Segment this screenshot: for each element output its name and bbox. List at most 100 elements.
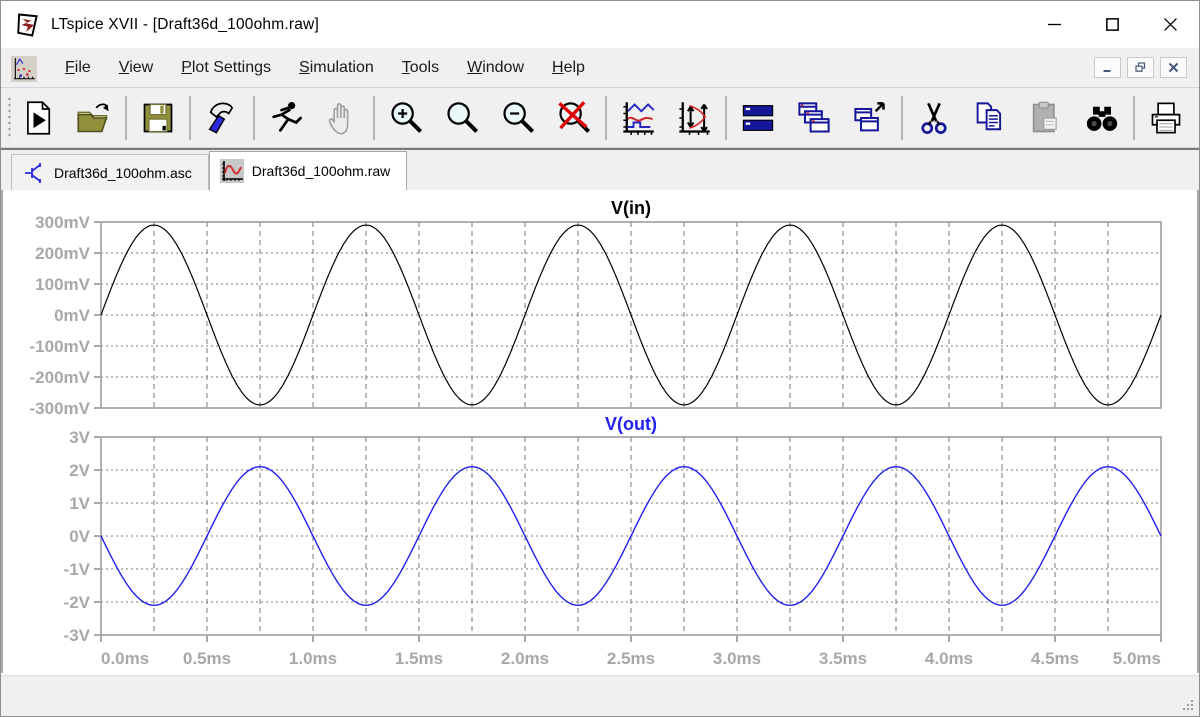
- toolbar: [1, 88, 1199, 148]
- y-tick-label: -1V: [64, 560, 91, 579]
- print-icon: [1151, 102, 1181, 133]
- mdi-close-button[interactable]: [1160, 57, 1187, 78]
- zoom-area-icon: [447, 101, 479, 133]
- menu-view[interactable]: View: [105, 53, 167, 82]
- toolbar-separator: [605, 95, 607, 140]
- minimize-button[interactable]: [1025, 1, 1083, 48]
- print-button[interactable]: [1147, 99, 1185, 137]
- window-title: LTspice XVII - [Draft36d_100ohm.raw]: [51, 15, 319, 33]
- plot-window-icon: [11, 56, 37, 82]
- menu-help[interactable]: Help: [538, 53, 599, 82]
- mdi-window-controls: [1094, 57, 1191, 78]
- zoom-in-icon: [391, 101, 423, 133]
- y-tick-label: 300mV: [35, 213, 90, 232]
- y-tick-label: -2V: [64, 593, 91, 612]
- menu-simulation[interactable]: Simulation: [285, 53, 388, 82]
- float-window-button[interactable]: [851, 99, 889, 137]
- copy-button[interactable]: [971, 99, 1009, 137]
- x-tick-label: 2.0ms: [501, 649, 549, 668]
- tab-bar: Draft36d_100ohm.asc Draft36d_100ohm.raw: [1, 148, 1199, 190]
- float-window-icon: [854, 101, 885, 131]
- open-file-button[interactable]: [75, 99, 113, 137]
- toolbar-separator: [725, 95, 727, 140]
- run-button[interactable]: [267, 99, 305, 137]
- menu-plot-settings[interactable]: Plot Settings: [167, 53, 285, 82]
- x-tick-label: 5.0ms: [1113, 649, 1161, 668]
- status-text: [1, 676, 21, 688]
- x-tick-label: 3.0ms: [713, 649, 761, 668]
- status-bar: [1, 673, 1199, 716]
- ltspice-logo-icon: [13, 11, 41, 39]
- cascade-windows-button[interactable]: [795, 99, 833, 137]
- find-icon: [1086, 106, 1118, 131]
- y-tick-label: -200mV: [30, 368, 91, 387]
- paste-icon: [1032, 101, 1057, 132]
- y-tick-label: 0V: [69, 527, 90, 546]
- cascade-windows-icon: [798, 101, 830, 133]
- control-panel-hammer-icon: [208, 102, 234, 134]
- y-tick-label: 100mV: [35, 275, 90, 294]
- toolbar-separator: [901, 95, 903, 140]
- mdi-minimize-button[interactable]: [1094, 57, 1121, 78]
- fit-y-axis-icon: [679, 101, 710, 135]
- toolbar-grip[interactable]: [7, 95, 13, 140]
- cut-button[interactable]: [915, 99, 953, 137]
- tab-draft36d_100ohm.raw[interactable]: Draft36d_100ohm.raw: [208, 151, 408, 190]
- waveform-viewer: V(in) 300mV 200mV 100mV 0mV -100mV -200mV -300m…: [1, 190, 1199, 673]
- x-tick-label: 1.5ms: [395, 649, 443, 668]
- maximize-button[interactable]: [1083, 1, 1141, 48]
- x-tick-label: 0.5ms: [183, 649, 231, 668]
- save-button[interactable]: [139, 99, 177, 137]
- y-tick-label: 200mV: [35, 244, 90, 263]
- tab-label: Draft36d_100ohm.asc: [54, 164, 192, 181]
- cut-icon: [921, 102, 947, 134]
- x-tick-label: 2.5ms: [607, 649, 655, 668]
- open-file-icon: [77, 102, 109, 132]
- toolbar-separator: [189, 95, 191, 140]
- plot-title: V(in): [611, 198, 651, 218]
- autorange-y-axis-icon: [623, 101, 655, 135]
- toolbar-separator: [253, 95, 255, 140]
- close-button[interactable]: [1141, 1, 1199, 48]
- plot-title: V(out): [605, 414, 657, 434]
- zoom-out-button[interactable]: [499, 99, 537, 137]
- save-icon: [143, 103, 173, 132]
- find-button[interactable]: [1083, 99, 1121, 137]
- tile-horizontal-icon: [742, 104, 774, 131]
- autorange-y-axis-button[interactable]: [619, 99, 657, 137]
- ltspice-window: LTspice XVII - [Draft36d_100ohm.raw] Fil…: [0, 0, 1200, 717]
- toolbar-separator: [373, 95, 375, 140]
- schematic-icon: [25, 162, 41, 183]
- x-tick-label: 4.0ms: [925, 649, 973, 668]
- title-bar: LTspice XVII - [Draft36d_100ohm.raw]: [1, 1, 1199, 48]
- halt-button: [323, 99, 361, 137]
- menu-window[interactable]: Window: [453, 53, 538, 82]
- run-icon: [272, 101, 302, 132]
- resize-grip[interactable]: [1181, 698, 1195, 712]
- new-schematic-button[interactable]: [19, 99, 57, 137]
- mdi-restore-button[interactable]: [1127, 57, 1154, 78]
- menu-file[interactable]: File: [51, 53, 105, 82]
- control-panel-hammer-button[interactable]: [203, 99, 241, 137]
- y-tick-label: 3V: [69, 428, 90, 447]
- menu-bar: File View Plot Settings Simulation Tools Wind…: [1, 48, 1199, 88]
- waveform-plot-svg[interactable]: V(in) 300mV 200mV 100mV 0mV -100mV -200mV -300m…: [3, 190, 1199, 673]
- menu-tools[interactable]: Tools: [388, 53, 453, 82]
- menu-items: File View Plot Settings Simulation Tools Wind…: [51, 59, 599, 77]
- x-tick-label: 0.0ms: [101, 649, 149, 668]
- zoom-in-button[interactable]: [387, 99, 425, 137]
- x-tick-label: 1.0ms: [289, 649, 337, 668]
- copy-icon: [976, 101, 1002, 130]
- zoom-full-extents-icon: [558, 100, 591, 133]
- y-tick-label: 2V: [69, 461, 90, 480]
- zoom-area-button[interactable]: [443, 99, 481, 137]
- zoom-full-extents-button[interactable]: [555, 99, 593, 137]
- toolbar-separator: [125, 95, 127, 140]
- y-tick-label: -300mV: [30, 399, 91, 418]
- tab-draft36d_100ohm.asc[interactable]: Draft36d_100ohm.asc: [11, 154, 209, 190]
- tile-horizontal-button[interactable]: [739, 99, 777, 137]
- tab-label: Draft36d_100ohm.raw: [251, 163, 391, 179]
- fit-y-axis-button[interactable]: [675, 99, 713, 137]
- new-schematic-icon: [27, 100, 51, 135]
- window-controls: [1025, 1, 1199, 48]
